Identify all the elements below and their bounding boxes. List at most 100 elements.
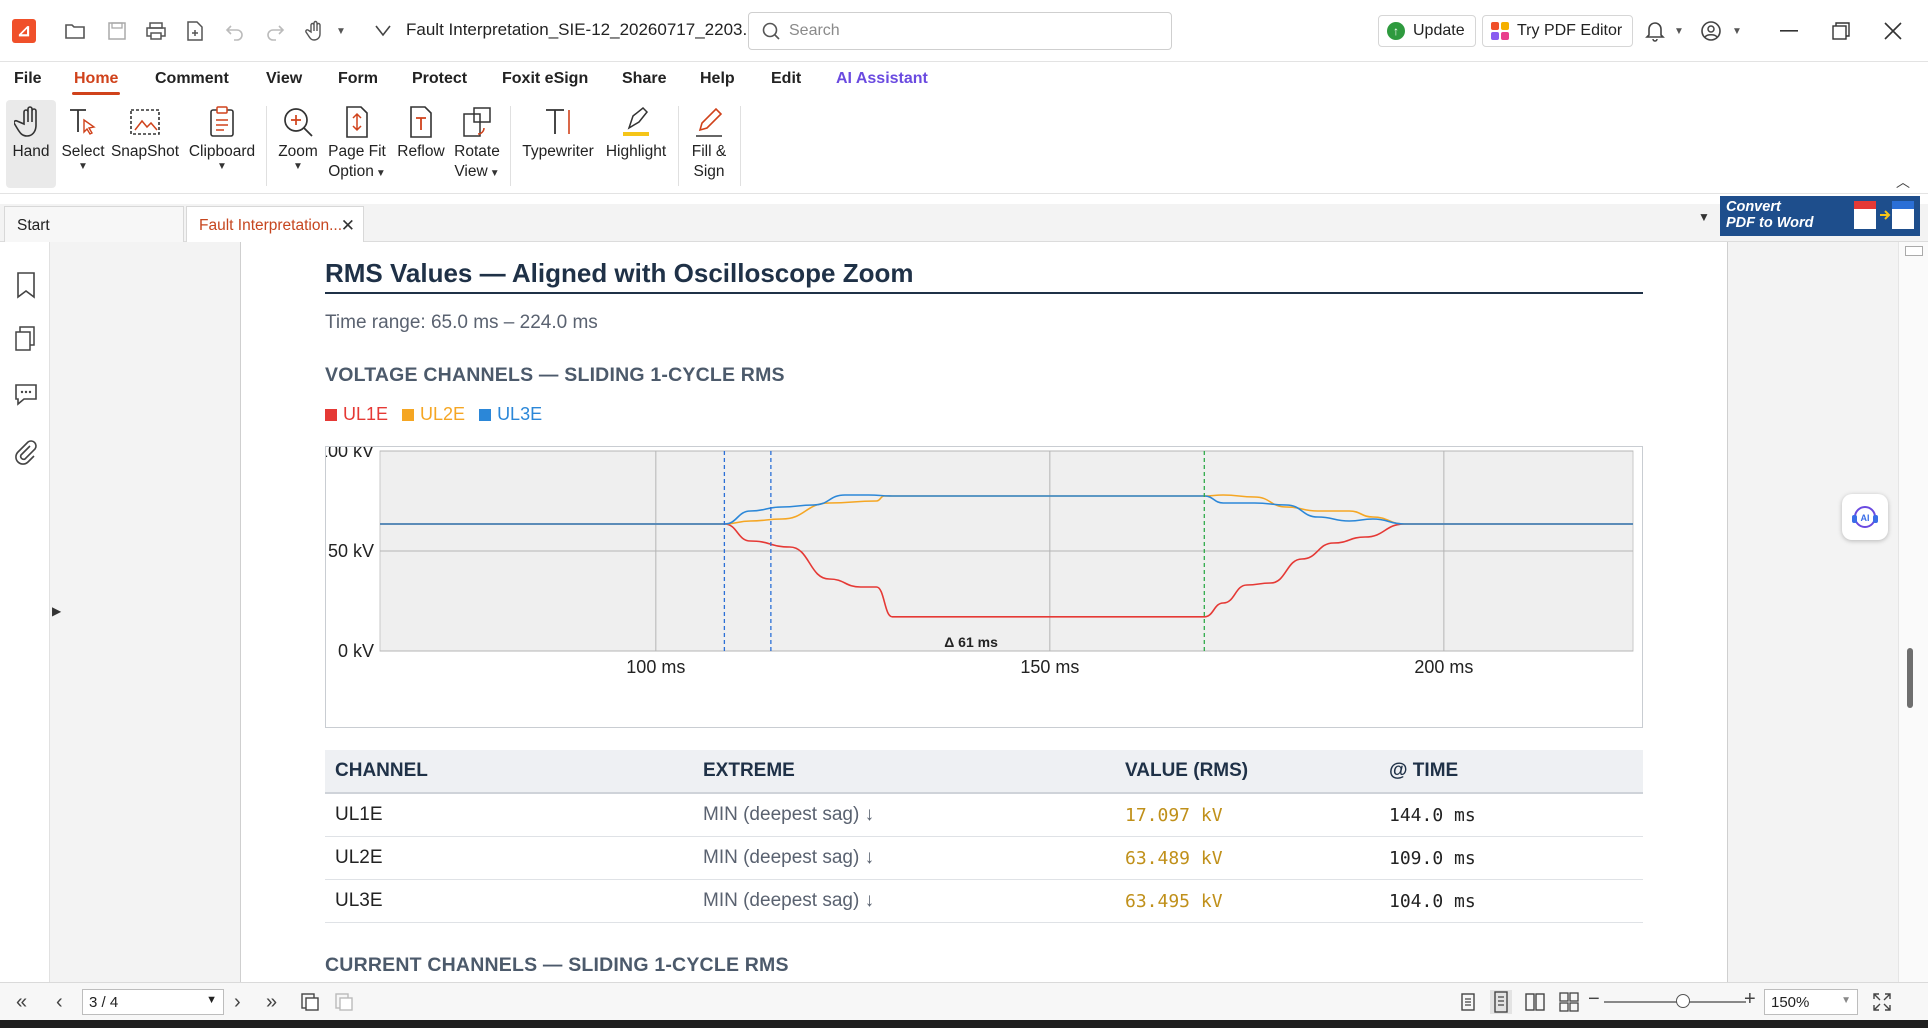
hand-tool-button[interactable]: Hand bbox=[6, 100, 56, 188]
page-fit-label-line2: Option bbox=[328, 163, 374, 180]
menu-help[interactable]: Help bbox=[700, 70, 735, 88]
ribbon-separator bbox=[266, 106, 267, 186]
next-view-icon[interactable] bbox=[334, 992, 354, 1012]
create-pdf-icon[interactable] bbox=[180, 16, 210, 46]
menu-comment[interactable]: Comment bbox=[155, 70, 229, 88]
fill-and-sign-button[interactable]: Fill & Sign bbox=[686, 100, 732, 188]
page-number-field[interactable]: 3 / 4 ▼ bbox=[82, 989, 224, 1015]
search-input[interactable] bbox=[789, 13, 1159, 49]
ai-assistant-float-button[interactable]: AI bbox=[1842, 494, 1888, 540]
quick-access-dropdown-icon[interactable]: ▼ bbox=[326, 16, 356, 46]
ribbon-separator bbox=[678, 106, 679, 186]
menu-protect[interactable]: Protect bbox=[412, 70, 467, 88]
page-fit-dropdown-icon[interactable]: ▼ bbox=[376, 168, 386, 179]
zoom-dropdown-icon[interactable]: ▼ bbox=[1841, 995, 1851, 1006]
rms-extremes-table: CHANNEL EXTREME VALUE (RMS) @ TIME UL1E … bbox=[325, 750, 1643, 923]
highlight-button[interactable]: Highlight bbox=[602, 100, 670, 188]
clipboard-dropdown-icon[interactable]: ▼ bbox=[217, 162, 227, 172]
previous-page-icon[interactable]: ‹ bbox=[56, 991, 63, 1014]
cell-extreme: MIN (deepest sag) ↓ bbox=[703, 890, 875, 911]
previous-view-icon[interactable] bbox=[300, 992, 320, 1012]
zoom-level-field[interactable]: 150% ▼ bbox=[1764, 989, 1858, 1015]
notification-dropdown-icon[interactable]: ▼ bbox=[1664, 16, 1694, 46]
zoom-out-icon[interactable]: − bbox=[1588, 988, 1600, 1011]
open-folder-icon[interactable] bbox=[60, 16, 90, 46]
fill-sign-pen-icon bbox=[696, 107, 723, 137]
cell-value: 63.489 kV bbox=[1125, 847, 1223, 869]
zoom-in-small-icon[interactable]: + bbox=[1744, 988, 1756, 1011]
x-tick-label: 200 ms bbox=[1414, 657, 1473, 677]
attachment-icon[interactable] bbox=[12, 438, 40, 468]
menu-share[interactable]: Share bbox=[622, 70, 666, 88]
fullscreen-icon[interactable] bbox=[1872, 992, 1892, 1012]
continuous-view-icon[interactable] bbox=[1490, 990, 1512, 1014]
menu-form[interactable]: Form bbox=[338, 70, 378, 88]
vertical-scrollbar[interactable] bbox=[1898, 242, 1928, 982]
legend-item: UL2E bbox=[402, 404, 465, 425]
update-button[interactable]: ↑ Update bbox=[1378, 15, 1476, 47]
menu-ai-assistant[interactable]: AI Assistant bbox=[836, 70, 928, 88]
menu-view[interactable]: View bbox=[266, 70, 302, 88]
snapshot-button[interactable]: SnapShot bbox=[110, 100, 180, 188]
try-pdf-editor-label: Try PDF Editor bbox=[1517, 22, 1623, 39]
zoom-button[interactable]: Zoom ▼ bbox=[274, 100, 322, 188]
page-fit-option-button[interactable]: Page Fit Option ▼ bbox=[326, 100, 388, 188]
menu-file[interactable]: File bbox=[14, 70, 42, 88]
rotate-view-button[interactable]: Rotate View ▼ bbox=[452, 100, 502, 188]
rotate-dropdown-icon[interactable]: ▼ bbox=[490, 168, 500, 179]
customize-toolbar-icon[interactable] bbox=[368, 16, 398, 46]
menu-foxit-esign[interactable]: Foxit eSign bbox=[502, 70, 588, 88]
page-fit-label-line1: Page Fit bbox=[328, 143, 386, 160]
ribbon-separator bbox=[740, 106, 741, 186]
tab-start[interactable]: Start bbox=[4, 206, 184, 242]
account-dropdown-icon[interactable]: ▼ bbox=[1722, 16, 1752, 46]
next-page-icon[interactable]: › bbox=[234, 991, 241, 1014]
expand-panel-icon[interactable]: ▶ bbox=[52, 604, 61, 618]
reflow-button[interactable]: Reflow bbox=[394, 100, 448, 188]
minimize-icon[interactable] bbox=[1772, 14, 1806, 48]
select-label: Select bbox=[61, 143, 105, 160]
first-page-icon[interactable]: « bbox=[16, 991, 27, 1014]
bookmark-icon[interactable] bbox=[12, 270, 40, 300]
last-page-icon[interactable]: » bbox=[266, 991, 277, 1014]
document-tab-bar: Start Fault Interpretation... ✕ bbox=[0, 204, 1928, 242]
title-underline bbox=[325, 292, 1643, 294]
tab-list-dropdown-icon[interactable]: ▼ bbox=[1698, 210, 1710, 224]
select-tool-button[interactable]: Select ▼ bbox=[60, 100, 106, 188]
tab-document[interactable]: Fault Interpretation... ✕ bbox=[186, 206, 364, 242]
print-icon[interactable] bbox=[141, 16, 171, 46]
zoom-slider-knob[interactable] bbox=[1676, 994, 1690, 1008]
clipboard-button[interactable]: Clipboard ▼ bbox=[186, 100, 258, 188]
continuous-facing-view-icon[interactable] bbox=[1558, 992, 1580, 1012]
status-bar: « ‹ 3 / 4 ▼ › » − + 150% ▼ bbox=[0, 982, 1928, 1020]
zoom-slider-track[interactable] bbox=[1604, 1001, 1746, 1003]
comments-panel-icon[interactable] bbox=[12, 380, 40, 410]
menu-home[interactable]: Home bbox=[71, 70, 121, 95]
undo-icon[interactable] bbox=[220, 16, 250, 46]
convert-pdf-to-word-banner[interactable]: Convert PDF to Word bbox=[1720, 196, 1920, 236]
select-dropdown-icon[interactable]: ▼ bbox=[78, 162, 88, 172]
x-tick-label: 100 ms bbox=[626, 657, 685, 677]
single-page-view-icon[interactable] bbox=[1458, 992, 1478, 1012]
scrollbar-top-button[interactable] bbox=[1905, 246, 1923, 256]
current-section-heading: CURRENT CHANNELS — SLIDING 1-CYCLE RMS bbox=[325, 954, 789, 976]
close-window-icon[interactable] bbox=[1876, 14, 1910, 48]
facing-view-icon[interactable] bbox=[1524, 992, 1546, 1012]
typewriter-button[interactable]: Typewriter bbox=[520, 100, 596, 188]
zoom-dropdown-icon[interactable]: ▼ bbox=[293, 162, 303, 172]
page-dropdown-icon[interactable]: ▼ bbox=[206, 994, 217, 1006]
restore-icon[interactable] bbox=[1824, 14, 1858, 48]
highlight-icon bbox=[623, 106, 649, 136]
close-tab-icon[interactable]: ✕ bbox=[341, 216, 355, 236]
try-pdf-editor-button[interactable]: Try PDF Editor bbox=[1482, 15, 1634, 47]
redo-icon[interactable] bbox=[260, 16, 290, 46]
tab-document-label: Fault Interpretation... bbox=[199, 217, 343, 234]
scrollbar-thumb[interactable] bbox=[1907, 648, 1913, 708]
legend-label: UL3E bbox=[497, 404, 543, 424]
collapse-ribbon-icon[interactable]: ︿ bbox=[1896, 172, 1910, 192]
search-box[interactable] bbox=[748, 12, 1172, 50]
pages-thumbnail-icon[interactable] bbox=[12, 324, 40, 354]
save-icon[interactable] bbox=[102, 16, 132, 46]
menu-edit[interactable]: Edit bbox=[771, 70, 801, 88]
cell-value: 17.097 kV bbox=[1125, 804, 1223, 826]
